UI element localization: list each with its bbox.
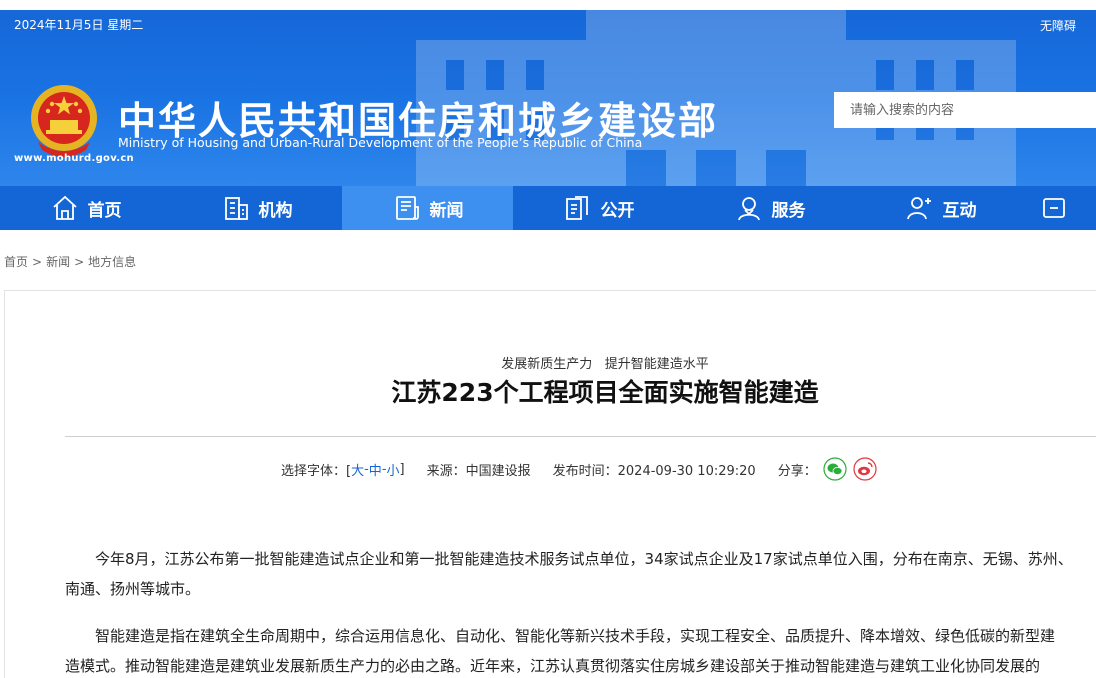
nav-label: 首页 <box>87 200 122 221</box>
service-icon <box>737 197 760 221</box>
font-small-button[interactable]: 小 <box>387 460 400 479</box>
nav-item-service[interactable]: 服务 <box>684 186 855 230</box>
breadcrumb-home[interactable]: 首页 <box>4 255 28 269</box>
font-medium-button[interactable]: 中 <box>369 460 382 479</box>
font-large-button[interactable]: 大 <box>351 460 364 479</box>
font-size-close: ] <box>399 461 405 477</box>
paragraph-line: 智能建造是指在建筑全生命周期中，综合运用信息化、自动化、智能化等新兴技术手段，实… <box>95 627 1056 645</box>
paragraph-line: 造模式。推动智能建造是建筑业发展新质生产力的必由之路。近年来，江苏认真贯彻落实住… <box>65 657 1041 675</box>
wechat-share-icon[interactable] <box>823 457 847 481</box>
building-icon <box>224 197 248 220</box>
weibo-share-icon[interactable] <box>853 457 877 481</box>
home-icon <box>52 195 77 220</box>
article-title: 江苏223个工程项目全面实施智能建造 <box>391 378 819 407</box>
nav-label: 机构 <box>258 200 293 221</box>
article-paragraph: 今年8月，江苏公布第一批智能建造试点企业和第一批智能建造技术服务试点单位，34家… <box>65 544 1073 604</box>
share-label: 分享： <box>777 463 817 479</box>
font-size-label: 选择字体：[ <box>281 463 352 479</box>
publish-time: 发布时间：2024-09-30 10:29:20 <box>552 463 756 479</box>
article-subtitle: 发展新质生产力 提升智能建造水平 <box>501 357 709 372</box>
nav-label: 新闻 <box>429 200 464 221</box>
search-input[interactable] <box>834 92 1096 128</box>
article-paragraph: 智能建造是指在建筑全生命周期中，综合运用信息化、自动化、智能化等新兴技术手段，实… <box>65 621 1055 678</box>
nav-item-home[interactable]: 首页 <box>0 186 171 230</box>
breadcrumb-local-info[interactable]: 地方信息 <box>88 255 136 269</box>
accessibility-link[interactable]: 无障碍 <box>1040 17 1076 34</box>
nav-item-more[interactable] <box>1026 186 1096 230</box>
site-url: www.mohurd.gov.cn <box>14 153 134 164</box>
nav-label: 公开 <box>600 200 635 221</box>
site-title-english: Ministry of Housing and Urban-Rural Deve… <box>118 135 643 150</box>
nav-item-public[interactable]: 公开 <box>513 186 684 230</box>
interact-icon <box>906 197 931 220</box>
breadcrumb-separator: > <box>32 255 43 269</box>
title-divider <box>65 436 1096 437</box>
nav-label: 服务 <box>771 200 806 221</box>
breadcrumb: 首页 > 新闻 > 地方信息 <box>4 253 136 270</box>
paragraph-line: 南通、扬州等城市。 <box>65 580 201 598</box>
news-icon <box>395 196 419 220</box>
nav-item-agency[interactable]: 机构 <box>171 186 342 230</box>
current-date: 2024年11月5日 星期二 <box>14 18 144 32</box>
paragraph-line: 今年8月，江苏公布第一批智能建造试点企业和第一批智能建造技术服务试点单位，34家… <box>95 550 1073 568</box>
nav-label: 互动 <box>942 200 977 221</box>
article-source: 来源：中国建设报 <box>426 463 531 479</box>
article-meta: 选择字体：[ 大 - 中 - 小 ] 来源：中国建设报 发布时间：2024-09… <box>281 457 877 481</box>
nav-item-interact[interactable]: 互动 <box>855 186 1026 230</box>
breadcrumb-news[interactable]: 新闻 <box>46 255 70 269</box>
main-nav: 首页 机构 新闻 公开 服务 互动 <box>0 186 1096 230</box>
national-emblem-icon[interactable] <box>28 82 100 160</box>
breadcrumb-separator: > <box>74 255 85 269</box>
article-card: 发展新质生产力 提升智能建造水平 江苏223个工程项目全面实施智能建造 选择字体… <box>4 290 1096 678</box>
site-header: 2024年11月5日 星期二 无障碍 www.mohurd.gov.cn 中华人… <box>0 10 1096 186</box>
nav-item-news[interactable]: 新闻 <box>342 186 513 230</box>
document-icon <box>565 196 588 220</box>
more-icon <box>1043 198 1065 218</box>
